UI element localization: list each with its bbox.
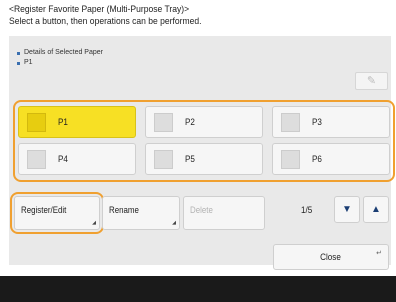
- paper-button-p2[interactable]: P2: [145, 106, 263, 138]
- bullet-icon: [17, 61, 20, 65]
- title-line-2: Select a button, then operations can be …: [9, 16, 202, 27]
- paper-label: P1: [58, 117, 68, 127]
- register-edit-button[interactable]: Register/Edit ◢: [14, 196, 100, 230]
- paper-swatch-icon: [281, 149, 300, 169]
- paper-button-p1[interactable]: P1: [18, 106, 136, 138]
- submenu-indicator-icon: ◢: [92, 220, 96, 226]
- register-edit-label: Register/Edit: [21, 205, 67, 215]
- paper-button-p6[interactable]: P6: [272, 143, 390, 175]
- paper-label: P5: [185, 154, 195, 164]
- rename-label: Rename: [109, 205, 139, 215]
- paper-label: P3: [312, 117, 322, 127]
- paper-label: P2: [185, 117, 195, 127]
- paper-settings-icon: ✎: [366, 75, 377, 87]
- triangle-down-icon: ▼: [342, 204, 352, 215]
- paper-button-p4[interactable]: P4: [18, 143, 136, 175]
- details-value: P1: [24, 59, 33, 66]
- rename-button[interactable]: Rename ◢: [102, 196, 180, 230]
- paper-swatch-icon: [154, 149, 173, 169]
- paper-swatch-icon: [27, 112, 46, 132]
- delete-button[interactable]: Delete: [183, 196, 265, 230]
- title-line-1: <Register Favorite Paper (Multi-Purpose …: [9, 4, 190, 15]
- paper-label: P4: [58, 154, 68, 164]
- paper-settings-button[interactable]: ✎: [355, 72, 388, 90]
- selected-paper-details: Details of Selected Paper P1: [17, 48, 103, 68]
- delete-label: Delete: [190, 205, 213, 215]
- enter-arrow-icon: ↵: [376, 250, 382, 257]
- close-button[interactable]: Close ↵: [273, 244, 389, 270]
- page-down-button[interactable]: ▼: [334, 196, 360, 223]
- bullet-icon: [17, 51, 20, 55]
- close-label: Close: [320, 252, 342, 262]
- page-title: <Register Favorite Paper (Multi-Purpose …: [9, 4, 351, 28]
- paper-button-p5[interactable]: P5: [145, 143, 263, 175]
- details-heading: Details of Selected Paper: [24, 49, 103, 56]
- paper-swatch-icon: [27, 149, 46, 169]
- page-indicator: 1/5: [301, 205, 313, 215]
- status-bar: [0, 276, 396, 302]
- paper-swatch-icon: [281, 112, 300, 132]
- paper-button-p3[interactable]: P3: [272, 106, 390, 138]
- submenu-indicator-icon: ◢: [172, 220, 176, 226]
- paper-swatch-icon: [154, 112, 173, 132]
- page-up-button[interactable]: ▲: [363, 196, 389, 223]
- triangle-up-icon: ▲: [371, 204, 381, 215]
- paper-label: P6: [312, 154, 322, 164]
